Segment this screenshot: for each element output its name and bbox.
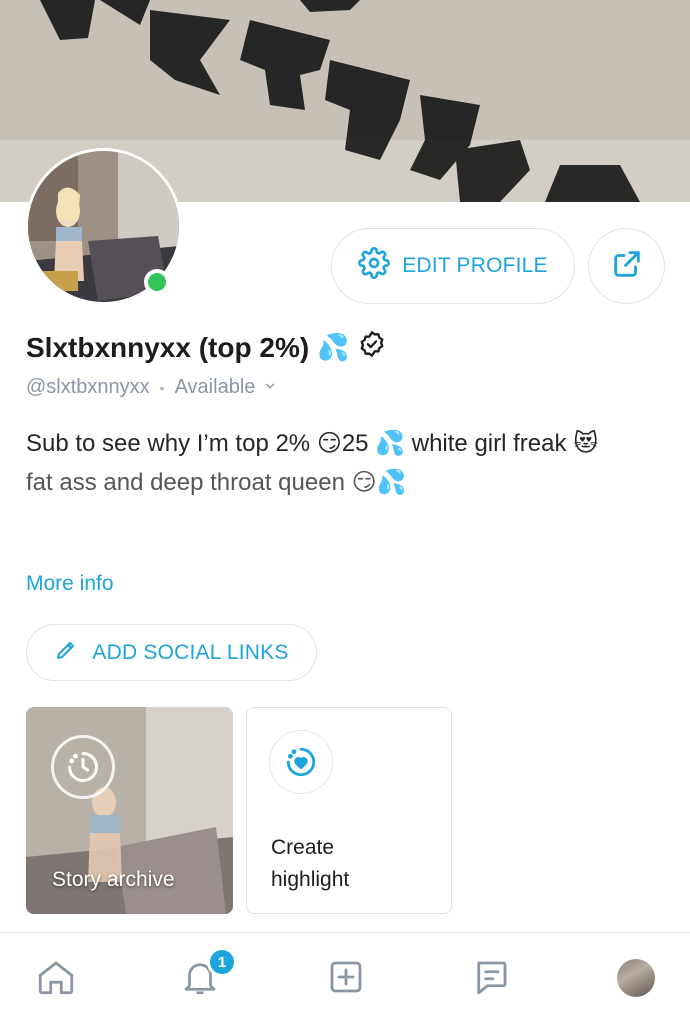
more-info-link[interactable]: More info [26, 572, 114, 596]
edit-profile-button[interactable]: EDIT PROFILE [331, 228, 575, 304]
nav-messages[interactable] [467, 955, 515, 1003]
availability-status-label: Available [174, 376, 256, 398]
bio-line: fat ass and deep throat queen 😏💦 [26, 469, 407, 496]
add-social-links-label: ADD SOCIAL LINKS [92, 640, 289, 664]
create-highlight-line: Create [271, 836, 335, 859]
bio-line: Sub to see why I’m top 2% 😏25 💦 white gi… [26, 430, 599, 457]
create-highlight-card[interactable]: Create highlight [246, 707, 452, 914]
share-profile-button[interactable] [588, 228, 665, 304]
plus-square-icon [325, 956, 367, 1003]
home-icon [35, 956, 77, 1003]
pencil-icon [54, 638, 78, 668]
nav-profile-avatar[interactable] [617, 959, 655, 997]
chevron-down-icon [263, 376, 277, 399]
edit-profile-label: EDIT PROFILE [402, 254, 548, 277]
profile-name: Slxtbxnnyxx (top 2%) [26, 331, 310, 363]
online-status-indicator [144, 269, 170, 295]
verified-badge-icon [358, 330, 386, 365]
profile-handle: @slxtbxnnyxx [26, 376, 150, 398]
heart-circle-icon [269, 730, 333, 794]
add-social-links-button[interactable]: ADD SOCIAL LINKS [26, 624, 317, 681]
nav-home[interactable] [32, 955, 80, 1003]
share-icon [610, 247, 644, 286]
create-highlight-line: highlight [271, 868, 350, 891]
nav-create-post[interactable] [322, 955, 370, 1003]
separator-dot: • [159, 379, 165, 396]
story-archive-label: Story archive [52, 868, 175, 891]
message-icon [470, 956, 512, 1003]
profile-name-row: Slxtbxnnyxx (top 2%) 💦 [26, 330, 386, 365]
bio-truncated-fade [26, 540, 666, 564]
story-archive-clock-icon [51, 735, 115, 799]
availability-status-dropdown[interactable]: Available [175, 376, 278, 399]
bottom-navigation [0, 932, 690, 1024]
profile-bio: Sub to see why I’m top 2% 😏25 💦 white gi… [26, 424, 666, 502]
story-archive-card[interactable]: Story archive [26, 707, 233, 914]
gear-icon [358, 247, 391, 285]
notifications-badge: 1 [207, 947, 237, 977]
sweat-droplets-emoji: 💦 [317, 332, 350, 362]
handle-row: @slxtbxnnyxx • Available [26, 376, 277, 399]
create-highlight-label: Create highlight [271, 832, 349, 896]
